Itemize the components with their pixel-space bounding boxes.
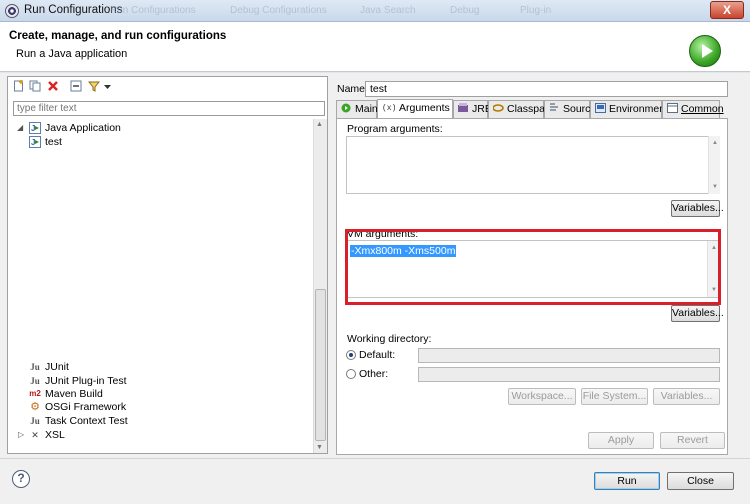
common-tab-icon: [667, 103, 678, 113]
tab-label: Arguments: [399, 102, 450, 114]
arguments-tab-icon: (x)=: [382, 104, 396, 112]
background-tab: Plug-in: [520, 5, 552, 16]
scrollbar-thumb[interactable]: [315, 289, 326, 441]
name-label: Name:: [337, 83, 368, 95]
tree-item-label: XSL: [45, 429, 65, 441]
config-tree-pane: ◢ J Java Application J test Ju JUnit Ju …: [7, 76, 328, 454]
java-app-icon: J: [29, 122, 41, 134]
background-tab: Run Configurations: [110, 5, 196, 16]
background-tab: Java Search: [360, 5, 416, 16]
help-icon[interactable]: ?: [12, 470, 30, 488]
program-args-label: Program arguments:: [347, 123, 443, 135]
default-dir-field: [418, 348, 720, 363]
new-config-icon[interactable]: [13, 80, 25, 92]
tree-scrollbar[interactable]: ▲ ▼: [313, 119, 327, 453]
tab-environment[interactable]: Environment: [590, 100, 668, 118]
default-radio[interactable]: [346, 350, 356, 360]
filter-input[interactable]: [13, 101, 325, 116]
tab-source[interactable]: Source: [544, 100, 596, 118]
duplicate-icon[interactable]: [29, 80, 41, 92]
classpath-tab-icon: [493, 104, 504, 112]
default-label: Default:: [359, 349, 396, 361]
tree-toolbar: [8, 77, 327, 97]
tree-item-label: Task Context Test: [45, 415, 128, 427]
scroll-up-icon[interactable]: ▲: [316, 121, 323, 128]
config-name-field[interactable]: test: [365, 81, 728, 97]
other-label: Other:: [359, 368, 389, 380]
tree-item-label: test: [45, 136, 62, 148]
view-menu-icon[interactable]: [103, 80, 112, 92]
svg-text:(x)=: (x)=: [382, 104, 396, 112]
tree-item-osgi-framework[interactable]: ⚙ OSGi Framework: [8, 401, 308, 414]
tab-arguments[interactable]: (x)=Arguments: [377, 99, 453, 119]
program-args-variables-button[interactable]: Variables...: [671, 200, 724, 217]
svg-text:J: J: [31, 124, 35, 133]
dialog-header: Create, manage, and run configurations R…: [0, 22, 750, 72]
expanded-arrow-icon[interactable]: ◢: [17, 123, 23, 132]
tree-item-junit[interactable]: Ju JUnit: [8, 361, 308, 374]
delete-icon[interactable]: [47, 80, 59, 92]
background-tab: Debug: [450, 5, 480, 16]
footer-separator: [0, 458, 750, 459]
vm-args-variables-button[interactable]: Variables...: [671, 305, 724, 322]
title-bar: Run Configurations Run Configurations De…: [0, 0, 750, 22]
osgi-icon: ⚙: [30, 401, 40, 413]
tree-item-label: JUnit Plug-in Test: [45, 375, 127, 387]
background-tab: Debug Configurations: [230, 5, 327, 16]
task-context-icon: Ju: [30, 416, 40, 426]
tab-label: Common: [681, 103, 724, 115]
collapsed-arrow-icon[interactable]: ▷: [18, 430, 24, 439]
filter-icon[interactable]: [88, 80, 100, 92]
program-args-textarea[interactable]: [346, 136, 720, 194]
other-dir-field[interactable]: [418, 367, 720, 382]
tab-main[interactable]: Main: [336, 100, 378, 118]
run-button[interactable]: Run: [594, 472, 660, 490]
jre-tab-icon: [458, 103, 468, 112]
apply-button[interactable]: Apply: [588, 432, 654, 449]
tree-item-junit-plugin-test[interactable]: Ju JUnit Plug-in Test: [8, 375, 308, 388]
revert-button[interactable]: Revert: [660, 432, 725, 449]
tree-item-label: OSGi Framework: [45, 401, 127, 413]
tree-item-label: JUnit: [45, 361, 69, 373]
source-tab-icon: [550, 103, 558, 111]
tab-jre[interactable]: JRE: [453, 100, 492, 118]
tree-item-xsl[interactable]: ▷ ✕ XSL: [8, 429, 308, 442]
tree-item-task-context-test[interactable]: Ju Task Context Test: [8, 415, 308, 428]
tree-item-label: Maven Build: [45, 388, 103, 400]
tab-common[interactable]: Common: [662, 100, 724, 118]
environment-tab-icon: [595, 103, 606, 113]
tree-item-maven-build[interactable]: m2 Maven Build: [8, 388, 308, 401]
junit-icon: Ju: [30, 362, 40, 372]
tree-item-test[interactable]: J test: [8, 136, 308, 149]
tab-label: Environment: [609, 103, 668, 115]
window-title: Run Configurations: [24, 4, 123, 16]
tree-item-label: Java Application: [45, 122, 121, 134]
collapse-all-icon[interactable]: [70, 80, 82, 92]
file-system-button[interactable]: File System...: [581, 388, 648, 405]
tree-item-java-application[interactable]: ◢ J Java Application: [8, 122, 308, 135]
main-tab-icon: [341, 103, 351, 113]
tab-label: Main: [355, 103, 378, 115]
header-title: Create, manage, and run configurations: [9, 30, 227, 42]
xsl-icon: ✕: [31, 430, 39, 440]
other-radio[interactable]: [346, 369, 356, 379]
scroll-down-icon[interactable]: ▼: [316, 444, 323, 451]
close-button[interactable]: Close: [667, 472, 734, 490]
header-subtitle: Run a Java application: [16, 48, 128, 60]
eclipse-app-icon: [5, 4, 19, 18]
workspace-button[interactable]: Workspace...: [508, 388, 576, 405]
wd-variables-button[interactable]: Variables...: [653, 388, 720, 405]
java-app-icon: J: [29, 136, 41, 148]
svg-text:J: J: [31, 138, 35, 147]
vm-args-highlight: [345, 229, 721, 305]
window-close-button[interactable]: X: [710, 1, 744, 19]
junit-plugin-icon: Ju: [30, 376, 40, 386]
working-dir-label: Working directory:: [347, 333, 432, 345]
run-green-icon: [689, 35, 721, 67]
config-tabs: Main (x)=Arguments JRE Classpath Source …: [336, 99, 728, 119]
maven-icon: m2: [29, 389, 41, 398]
tab-classpath[interactable]: Classpath: [488, 100, 554, 118]
